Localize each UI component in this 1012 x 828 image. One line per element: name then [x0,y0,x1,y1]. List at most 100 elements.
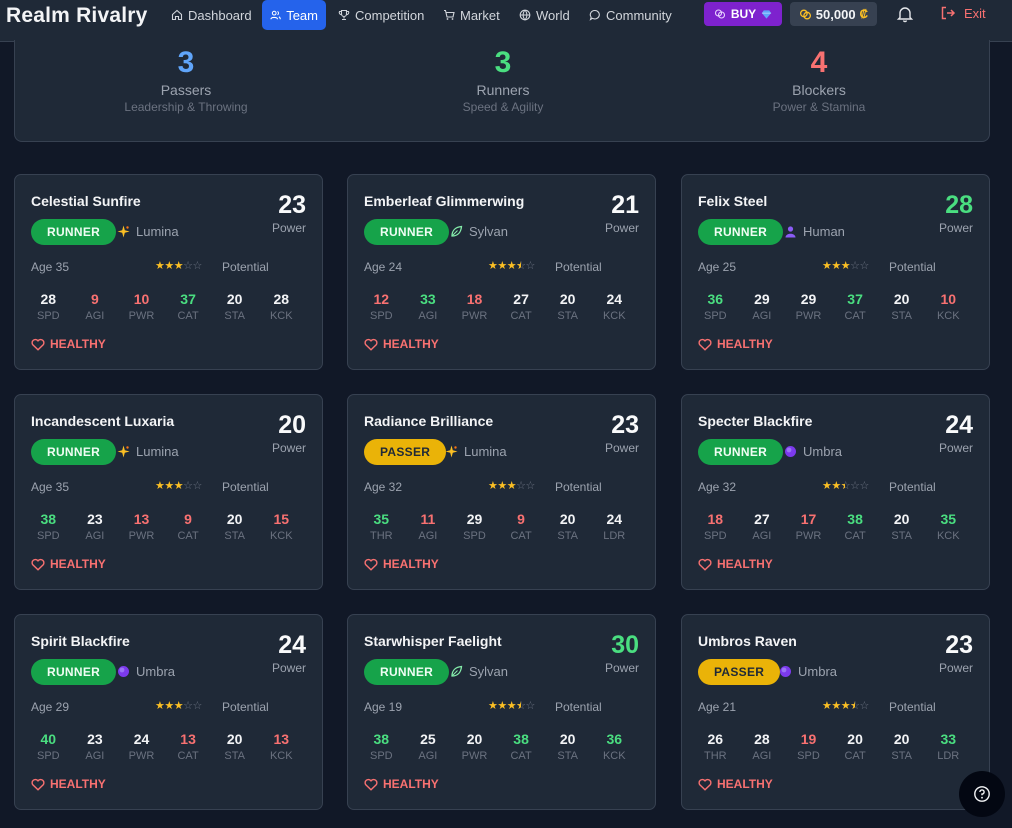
player-card[interactable]: Radiance Brilliance 23 Power PASSER Lumi… [347,394,656,590]
star-empty-icon: ☆ [183,480,193,492]
nav-world[interactable]: World [511,0,578,30]
star-full-icon: ★ [164,480,174,492]
star-full-icon: ★ [506,700,517,712]
stat-name: STA [557,530,578,542]
stat-name: THR [369,530,393,542]
exit-button[interactable]: Exit [940,5,986,21]
potential-label: Potential [889,260,936,274]
race-tag: Umbra [117,664,175,679]
stat-name: PWR [795,310,822,322]
player-age: Age 29 [31,700,70,714]
role-badge: RUNNER [698,439,784,465]
app-title[interactable]: Realm Rivalry [6,4,148,28]
stat-value: 26 [707,731,724,747]
star-half-icon: ☆★ [840,480,851,492]
coins-icon [714,9,725,19]
nav-market[interactable]: Market [435,0,508,30]
stat-sta: 20 STA [544,291,591,322]
race-tag: Lumina [117,444,179,459]
stat-name: AGI [418,750,438,762]
potential-stars: ★★★☆☆ [488,479,535,492]
player-card[interactable]: Felix Steel 28 Power RUNNER Human Age 25… [681,174,990,370]
summary-count: 3 [494,46,512,79]
potential-label: Potential [222,700,269,714]
power-label: Power [271,221,306,235]
stat-row: 40 SPD 23 AGI 24 PWR 13 CAT 20 STA 13 KCK [25,731,305,762]
player-card[interactable]: Emberleaf Glimmerwing 21 Power RUNNER Sy… [347,174,656,370]
help-icon [974,786,990,802]
race-label: Umbra [803,444,843,459]
power-value: 28 [945,191,973,219]
stat-name: LDR [937,750,960,762]
stat-name: AGI [418,530,438,542]
stat-value: 38 [847,511,863,527]
nav-community-label: Community [606,7,672,23]
stat-value: 17 [800,511,817,527]
nav-market-label: Market [460,7,500,23]
orb-icon [784,445,797,458]
stat-row: 12 SPD 33 AGI 18 PWR 27 CAT 20 STA 24 KCK [358,291,638,322]
summary-passers: 3 Passers Leadership & Throwing [76,46,296,114]
player-card[interactable]: Starwhisper Faelight 30 Power RUNNER Syl… [347,614,656,810]
power-label: Power [604,221,639,235]
coin-balance[interactable]: 50,000 ₡ [790,2,877,26]
player-card[interactable]: Specter Blackfire 24 Power RUNNER Umbra … [681,394,990,590]
stat-value: 18 [707,511,724,527]
stat-name: CAT [844,310,866,322]
stat-name: THR [703,750,727,762]
stat-name: SPD [36,530,60,542]
gem-icon [762,9,772,19]
race-label: Lumina [464,444,507,459]
stat-cat: 9 CAT [498,511,545,542]
race-tag: Lumina [445,444,507,459]
star-empty-icon: ☆ [192,260,203,272]
nav-team[interactable]: Team [262,0,326,30]
stat-cat: 38 CAT [832,511,879,542]
stat-name: SPD [369,310,393,322]
nav-community[interactable]: Community [581,0,680,30]
stat-name: STA [557,750,578,762]
player-card[interactable]: Incandescent Luxaria 20 Power RUNNER Lum… [14,394,323,590]
health-status: HEALTHY [698,557,773,571]
leaf-icon [450,665,463,678]
stat-row: 36 SPD 29 AGI 29 PWR 37 CAT 20 STA 10 KCK [692,291,972,322]
stat-value: 35 [940,511,957,527]
player-card[interactable]: Umbros Raven 23 Power PASSER Umbra Age 2… [681,614,990,810]
star-half-icon: ☆★ [850,700,860,712]
potential-label: Potential [889,700,936,714]
role-badge: PASSER [364,439,447,465]
role-badge: PASSER [698,659,781,685]
potential-stars: ★★☆★☆☆ [822,479,869,492]
nav-dashboard[interactable]: Dashboard [163,0,260,30]
top-nav-bar: Realm Rivalry Dashboard Team Competition… [0,0,1012,42]
potential-label: Potential [555,700,602,714]
stat-value: 28 [754,731,770,747]
stat-value: 20 [226,291,243,307]
sparkle-icon [117,225,130,238]
stat-value: 18 [466,291,483,307]
summary-count: 3 [177,46,195,79]
power-value: 30 [611,631,639,659]
role-badge: RUNNER [31,439,117,465]
player-name: Umbros Raven [698,633,797,649]
leaf-icon [450,225,463,238]
buy-button[interactable]: BUY [704,2,782,26]
stat-value: 23 [87,511,103,527]
player-age: Age 25 [698,260,737,274]
stat-name: CAT [177,750,199,762]
stat-value: 27 [754,511,770,527]
health-label: HEALTHY [50,777,106,791]
health-status: HEALTHY [364,777,439,791]
help-button[interactable] [959,771,1005,817]
bell-icon[interactable] [896,5,914,23]
player-age: Age 19 [364,700,403,714]
stat-kck: 28 KCK [258,291,305,322]
player-card[interactable]: Celestial Sunfire 23 Power RUNNER Lumina… [14,174,323,370]
users-icon [270,10,281,20]
star-empty-icon: ☆ [516,480,526,492]
stat-value: 40 [40,731,57,747]
nav-competition[interactable]: Competition [330,0,432,30]
position-summary: 3 Passers Leadership & Throwing 3 Runner… [14,40,990,142]
player-card[interactable]: Spirit Blackfire 24 Power RUNNER Umbra A… [14,614,323,810]
stat-pwr: 29 PWR [785,291,832,322]
